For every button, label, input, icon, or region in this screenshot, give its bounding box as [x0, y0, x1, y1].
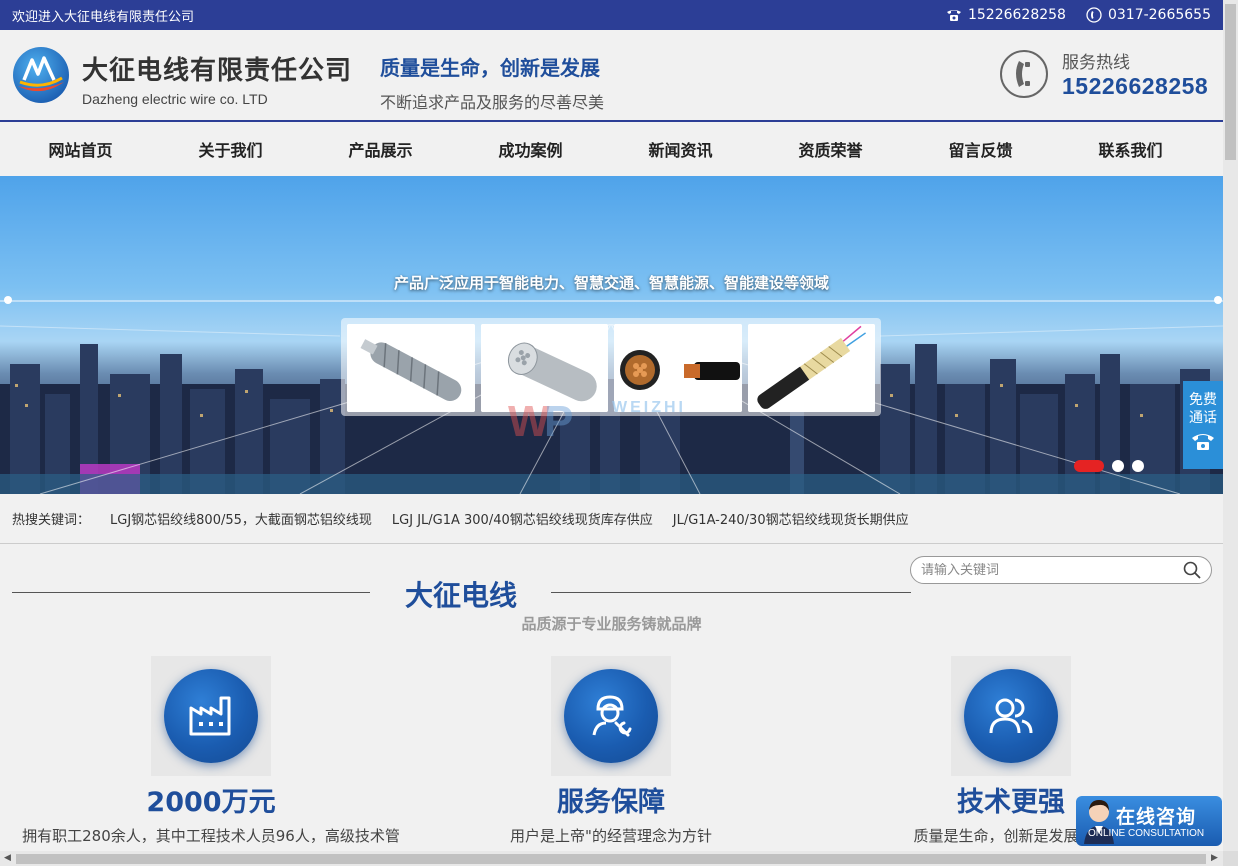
telephone-icon — [1192, 434, 1214, 450]
company-name: 大征电线有限责任公司 Dazheng electric wire co. LTD — [82, 50, 352, 107]
section-title: 大征电线 — [404, 579, 517, 612]
slide-indicators — [1074, 460, 1144, 472]
horizontal-scrollbar[interactable]: ◀ ▶ — [0, 851, 1223, 866]
keyword-link[interactable]: LGJ JL/G1A 300/40钢芯铝绞线现货库存供应 — [392, 509, 653, 528]
free-call-label: 免费通话 — [1189, 392, 1217, 426]
watermark-text: WEIZHI — [612, 399, 686, 416]
slide-dot-2[interactable] — [1112, 460, 1124, 472]
company-name-cn: 大征电线有限责任公司 — [82, 56, 353, 86]
keyword-link[interactable]: LGJ钢芯铝绞线800/55，大截面钢芯铝绞线现 — [110, 509, 372, 528]
feature-title: 2000万元 — [146, 787, 276, 818]
section-subtitle: 品质源于专业服务铸就品牌 — [521, 615, 702, 633]
vertical-scrollbar-thumb[interactable] — [1225, 4, 1236, 160]
top-tel-number: 0317-2665655 — [1107, 7, 1211, 23]
banner-tagline: 产品广泛应用于智能电力、智慧交通、智慧能源、智能建设等领域 — [393, 274, 829, 292]
feature-icon-box — [151, 656, 271, 776]
handset-icon — [1086, 7, 1102, 23]
top-phone-number: 15226628258 — [967, 7, 1066, 23]
feature-title: 服务保障 — [557, 787, 665, 818]
consult-label: 在线咨询 — [1116, 806, 1197, 828]
scroll-left-icon[interactable]: ◀ — [4, 853, 11, 863]
search-icon[interactable] — [1183, 561, 1201, 579]
vertical-scrollbar[interactable] — [1223, 0, 1238, 851]
page: 欢迎进入大征电线有限责任公司 15226628258 0317-2665655 … — [0, 0, 1223, 851]
hotline-number: 15226628258 — [1062, 73, 1209, 99]
nav-item-cases[interactable]: 成功案例 — [450, 137, 600, 161]
slogan: 质量是生命，创新是发展 不断追求产品及服务的尽善尽美 — [380, 52, 604, 113]
hotline-phone-icon — [1000, 50, 1048, 98]
free-call-button[interactable]: 免费通话 — [1183, 381, 1223, 469]
nav-item-feedback[interactable]: 留言反馈 — [900, 137, 1050, 161]
online-consult-button[interactable]: 在线咨询 ONLINE CONSULTATION — [1076, 796, 1222, 846]
nav-item-honors[interactable]: 资质荣誉 — [750, 137, 900, 161]
factory-icon — [164, 669, 258, 763]
consult-label-en: ONLINE CONSULTATION — [1088, 828, 1205, 839]
product-image-stranded-cable[interactable] — [347, 324, 475, 412]
slogan-main: 质量是生命，创新是发展 — [380, 56, 600, 80]
slide-dot-3[interactable] — [1132, 460, 1144, 472]
welcome-text: 欢迎进入大征电线有限责任公司 — [12, 9, 195, 25]
feature-icon-box — [551, 656, 671, 776]
hot-keywords: 热搜关键词： LGJ钢芯铝绞线800/55，大截面钢芯铝绞线现 LGJ JL/G… — [0, 494, 1223, 544]
company-logo[interactable] — [12, 46, 70, 104]
svg-text:P: P — [544, 397, 573, 446]
search-box — [910, 556, 1212, 584]
top-tel: 0317-2665655 — [1086, 7, 1211, 23]
watermark-logo: W P WEIZHI — [508, 397, 686, 446]
company-name-en: Dazheng electric wire co. LTD — [82, 91, 268, 107]
top-bar: 欢迎进入大征电线有限责任公司 15226628258 0317-2665655 — [0, 0, 1223, 30]
top-phone: 15226628258 — [946, 7, 1066, 23]
product-image-fiber-cable[interactable] — [747, 324, 875, 412]
horizontal-scrollbar-thumb[interactable] — [16, 854, 1206, 864]
feature-desc: 拥有职工280余人，其中工程技术人员96人，高级技术管 — [22, 827, 400, 845]
nav-item-contact[interactable]: 联系我们 — [1050, 137, 1200, 161]
search-input[interactable] — [921, 562, 1183, 578]
hotline-label: 服务热线 — [1062, 53, 1130, 73]
hero-banner[interactable]: 产品广泛应用于智能电力、智慧交通、智慧能源、智能建设等领域 W P WEIZHI — [0, 176, 1223, 494]
main-nav: 网站首页 关于我们 产品展示 成功案例 新闻资讯 资质荣誉 留言反馈 联系我们 — [0, 122, 1223, 176]
telephone-icon — [946, 10, 961, 21]
keyword-link[interactable]: JL/G1A-240/30钢芯铝绞线现货长期供应 — [673, 509, 909, 528]
nav-item-home[interactable]: 网站首页 — [0, 137, 150, 161]
feature-service: 服务保障 用户是上帝"的经营理念为方针 — [411, 656, 811, 846]
nav-item-about[interactable]: 关于我们 — [150, 137, 300, 161]
nav-item-products[interactable]: 产品展示 — [300, 137, 450, 161]
feature-capital: 2000万元 拥有职工280余人，其中工程技术人员96人，高级技术管 — [11, 656, 411, 846]
slogan-sub: 不断追求产品及服务的尽善尽美 — [380, 93, 605, 112]
header: 大征电线有限责任公司 Dazheng electric wire co. LTD… — [0, 30, 1223, 122]
users-icon — [964, 669, 1058, 763]
feature-desc: 用户是上帝"的经营理念为方针 — [510, 827, 712, 845]
hotline: 服务热线 15226628258 — [1000, 48, 1208, 100]
hot-keywords-label: 热搜关键词： — [12, 513, 91, 528]
scroll-right-icon[interactable]: ▶ — [1211, 853, 1218, 863]
feature-icon-box — [951, 656, 1071, 776]
slide-dot-1[interactable] — [1074, 460, 1104, 472]
nav-item-news[interactable]: 新闻资讯 — [600, 137, 750, 161]
scrollbar-corner — [1223, 851, 1238, 866]
engineer-icon — [564, 669, 658, 763]
